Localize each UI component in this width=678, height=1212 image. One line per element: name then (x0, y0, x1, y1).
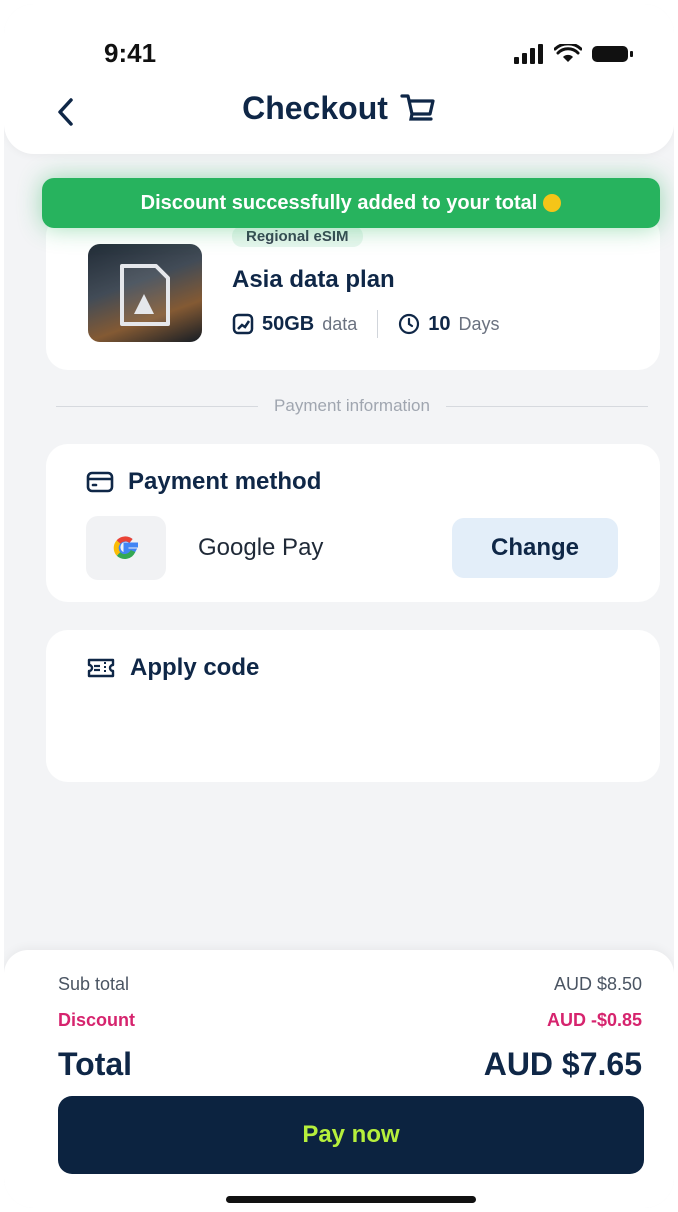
apply-code-title: Apply code (130, 654, 260, 681)
order-summary-sheet: Sub total AUD $8.50 Discount AUD -$0.85 … (4, 950, 674, 1208)
smile-emoji-icon (543, 194, 562, 212)
pay-now-button[interactable]: Pay now (58, 1096, 644, 1174)
divider-line (445, 405, 648, 407)
data-amount: 50GB (262, 312, 315, 335)
plan-meta: 50GB data 10 Days (232, 310, 500, 338)
status-time: 9:41 (104, 38, 157, 68)
days-unit: Days (458, 313, 500, 334)
payment-method-name: Google Pay (198, 534, 324, 561)
payment-method-title: Payment method (128, 468, 322, 495)
cart-icon (400, 93, 435, 121)
plan-name: Asia data plan (232, 266, 395, 293)
battery-icon (592, 46, 633, 62)
total-row: Total AUD $7.65 (58, 1046, 642, 1083)
plan-image (88, 244, 202, 342)
google-pay-logo (86, 516, 166, 580)
section-divider: Payment information (56, 396, 648, 416)
home-indicator (226, 1196, 476, 1203)
google-logo-icon (113, 536, 138, 559)
subtotal-row: Sub total AUD $8.50 (58, 974, 642, 995)
payment-method-heading: Payment method (86, 468, 321, 496)
header: 9:41 Checkout (4, 4, 674, 154)
discount-label: Discount (58, 1010, 136, 1030)
payment-method-card: Payment method Google Pay Change (46, 444, 660, 602)
page-title: Checkout (242, 90, 388, 126)
apply-code-card[interactable]: Apply code (46, 630, 660, 782)
total-value: AUD $7.65 (483, 1046, 642, 1082)
credit-card-icon (86, 471, 114, 493)
data-chart-icon (232, 313, 254, 335)
total-label: Total (58, 1046, 133, 1082)
divider-line (56, 405, 259, 407)
status-icons (514, 44, 634, 64)
subtotal-value: AUD $8.50 (553, 974, 642, 994)
discount-row: Discount AUD -$0.85 (58, 1010, 642, 1031)
change-payment-button[interactable]: Change (452, 518, 618, 578)
clock-icon (399, 313, 420, 335)
apply-code-heading: Apply code (86, 654, 259, 682)
meta-separator (377, 310, 379, 338)
header-title-group: Checkout (4, 90, 674, 127)
discount-toast: Discount successfully added to your tota… (42, 178, 660, 228)
coupon-icon (87, 658, 115, 678)
signal-icon (514, 44, 543, 64)
toast-message: Discount successfully added to your tota… (140, 191, 538, 214)
discount-value: AUD -$0.85 (546, 1010, 642, 1030)
days-amount: 10 (428, 312, 451, 335)
phone-screen: 9:41 Checkout Regional eSIM Asia data pl… (4, 4, 674, 1208)
data-unit: data (322, 313, 358, 334)
wifi-icon (554, 44, 582, 62)
section-divider-label: Payment information (274, 396, 430, 415)
plan-card: Regional eSIM Asia data plan 50GB data 1… (46, 214, 660, 370)
subtotal-label: Sub total (58, 974, 130, 994)
esim-card-icon (88, 244, 202, 342)
plan-type-badge: Regional eSIM (232, 226, 363, 247)
